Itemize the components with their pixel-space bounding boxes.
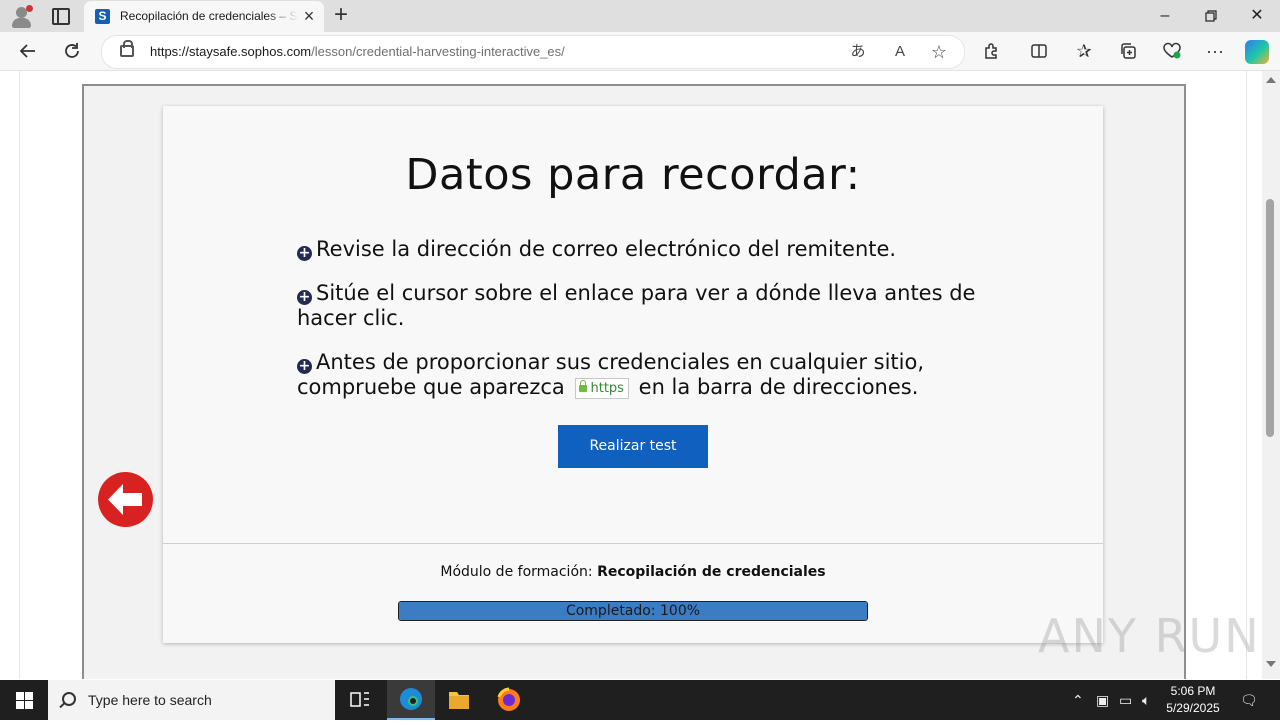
meet-now-icon[interactable]: ▣ bbox=[1096, 692, 1109, 709]
module-info: Módulo de formación: Recopilación de cre… bbox=[163, 564, 1103, 580]
padlock-icon bbox=[578, 380, 587, 392]
tab-actions-icon[interactable] bbox=[52, 8, 70, 25]
copilot-icon[interactable] bbox=[1245, 40, 1269, 64]
tray-overflow-icon[interactable]: ⌃ bbox=[1072, 692, 1084, 709]
page-gutter-left bbox=[19, 71, 20, 679]
notifications-icon[interactable]: 🗨︎ bbox=[1240, 692, 1258, 709]
watermark: ANY RUN bbox=[1038, 609, 1261, 663]
refresh-icon[interactable] bbox=[59, 38, 85, 64]
tip-item: + Antes de proporcionar sus credenciales … bbox=[297, 350, 977, 400]
profile-icon[interactable] bbox=[10, 5, 34, 29]
extensions-icon[interactable] bbox=[978, 38, 1004, 64]
page-viewport: Datos para recordar: + Revise la direcció… bbox=[0, 71, 1262, 679]
plus-circle-icon: + bbox=[297, 358, 312, 374]
https-badge: https bbox=[574, 378, 629, 399]
tip-item: + Sitúe el cursor sobre el enlace para ve… bbox=[297, 281, 977, 331]
lesson-card: Datos para recordar: + Revise la direcció… bbox=[163, 106, 1103, 643]
address-bar[interactable]: https://staysafe.sophos.com/lesson/crede… bbox=[101, 35, 965, 69]
scroll-down-icon[interactable] bbox=[1266, 661, 1276, 667]
https-badge-label: https bbox=[590, 381, 624, 396]
network-icon[interactable]: ▭ bbox=[1119, 692, 1132, 709]
tab-title: Recopilación de credenciales – Sophos bbox=[120, 9, 298, 23]
lock-icon[interactable] bbox=[120, 40, 134, 57]
module-label: Módulo de formación: bbox=[440, 564, 593, 580]
tab-strip: S Recopilación de credenciales – Sophos … bbox=[0, 0, 1280, 32]
url-text[interactable]: https://staysafe.sophos.com/lesson/crede… bbox=[150, 44, 565, 59]
restore-button[interactable] bbox=[1188, 4, 1234, 28]
firefox-icon[interactable] bbox=[485, 680, 533, 720]
back-arrow-icon[interactable] bbox=[15, 38, 41, 64]
clock-date: 5/29/2025 bbox=[1166, 701, 1220, 715]
progress-bar: Completado: 100% bbox=[398, 601, 868, 621]
volume-icon[interactable]: 🔈︎ bbox=[1142, 692, 1150, 709]
taskbar-search[interactable]: Type here to search bbox=[48, 680, 335, 720]
scrollbar[interactable] bbox=[1262, 71, 1280, 679]
left-arrow-icon bbox=[108, 484, 142, 515]
divider bbox=[163, 543, 1103, 544]
favorite-star-icon[interactable]: ☆ bbox=[927, 40, 951, 64]
split-screen-icon[interactable] bbox=[1026, 38, 1052, 64]
edge-taskbar-icon[interactable] bbox=[387, 680, 435, 720]
browser-tab[interactable]: S Recopilación de credenciales – Sophos … bbox=[84, 1, 324, 32]
tip-item: + Revise la dirección de correo electróni… bbox=[297, 237, 977, 262]
search-icon bbox=[62, 692, 76, 706]
file-explorer-icon[interactable] bbox=[435, 680, 483, 720]
immersive-reader-icon[interactable]: A bbox=[888, 40, 912, 64]
task-view-icon[interactable] bbox=[336, 680, 384, 720]
browser-essentials-icon[interactable] bbox=[1159, 38, 1185, 64]
tip-text: en la barra de direcciones. bbox=[638, 375, 919, 399]
plus-circle-icon: + bbox=[297, 245, 312, 261]
tab-close-icon[interactable]: × bbox=[300, 7, 318, 25]
scroll-thumb[interactable] bbox=[1266, 199, 1274, 437]
windows-start-icon[interactable] bbox=[16, 692, 33, 709]
browser-toolbar: https://staysafe.sophos.com/lesson/crede… bbox=[0, 32, 1280, 71]
new-tab-button[interactable]: + bbox=[330, 3, 352, 27]
tips-list: + Revise la dirección de correo electróni… bbox=[297, 237, 977, 419]
page-title: Datos para recordar: bbox=[405, 150, 861, 200]
plus-circle-icon: + bbox=[297, 289, 312, 305]
sophos-favicon-icon: S bbox=[95, 9, 110, 24]
taskbar: Type here to search ⌃ ▣ ▭ 🔈︎ 5:06 PM 5/2… bbox=[0, 680, 1280, 720]
taskbar-clock[interactable]: 5:06 PM 5/29/2025 bbox=[1160, 683, 1226, 717]
tip-text: Sitúe el cursor sobre el enlace para ver… bbox=[297, 281, 976, 330]
read-aloud-icon[interactable]: あ bbox=[846, 40, 870, 64]
minimize-button[interactable]: – bbox=[1142, 4, 1188, 28]
more-menu-icon[interactable]: ··· bbox=[1202, 38, 1228, 64]
search-placeholder: Type here to search bbox=[88, 692, 212, 708]
page-gutter-right bbox=[1246, 71, 1247, 679]
take-test-button[interactable]: Realizar test bbox=[558, 425, 708, 468]
collections-icon[interactable] bbox=[1115, 38, 1141, 64]
progress-text: Completado: 100% bbox=[565, 603, 701, 619]
tip-text: Revise la dirección de correo electrónic… bbox=[316, 237, 897, 261]
module-name: Recopilación de credenciales bbox=[597, 564, 826, 580]
scroll-up-icon[interactable] bbox=[1266, 77, 1276, 83]
close-window-button[interactable]: ✕ bbox=[1234, 4, 1280, 28]
favorites-icon[interactable]: ✰ bbox=[1071, 38, 1097, 64]
back-arrow-button[interactable] bbox=[98, 472, 153, 527]
clock-time: 5:06 PM bbox=[1170, 684, 1216, 698]
